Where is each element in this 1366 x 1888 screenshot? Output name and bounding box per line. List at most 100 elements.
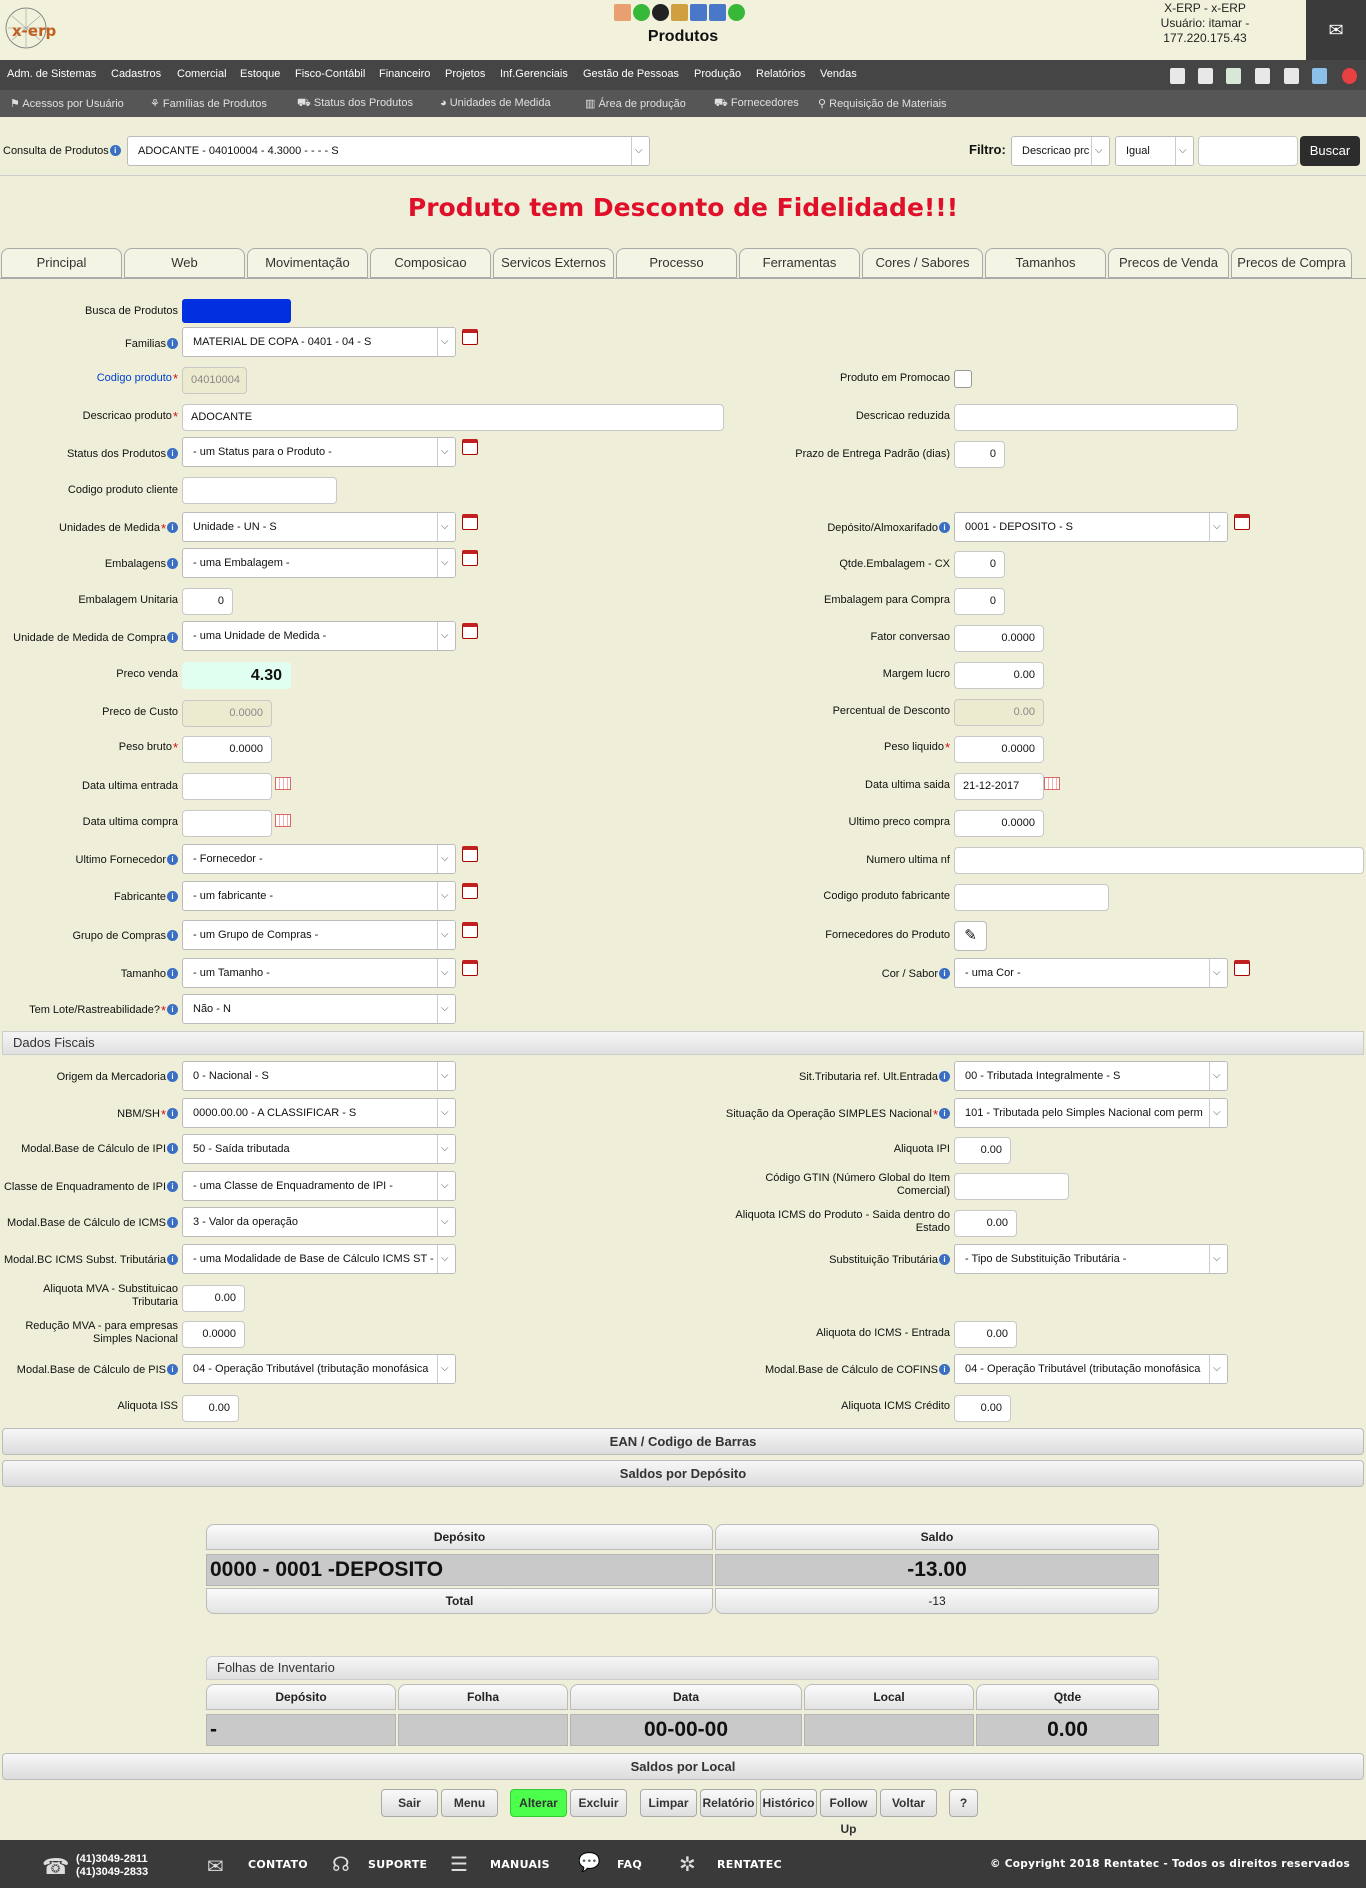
filtro-field-select[interactable]: Descricao prc ⌵ [1011,136,1110,166]
preco-venda-input[interactable]: 4.30 [182,662,291,689]
help-button[interactable]: ? [949,1789,978,1817]
calendar-icon[interactable] [1234,514,1250,530]
info-icon[interactable]: i [939,1108,950,1119]
group-icon[interactable] [671,4,688,21]
codigo-produto-input[interactable]: 04010004 [182,367,247,394]
classe-ipi-select[interactable]: - uma Classe de Enquadramento de IPI - ⌵ [182,1171,456,1201]
power-icon[interactable] [1342,68,1357,84]
notes-icon[interactable] [1284,68,1299,84]
gtin-input[interactable] [954,1173,1069,1200]
truck-icon[interactable] [690,4,707,21]
dados-fiscais-header[interactable]: Dados Fiscais [2,1031,1364,1055]
tab-servicos-externos[interactable]: Servicos Externos [493,248,614,278]
promo-checkbox[interactable] [954,370,972,388]
info-icon[interactable]: i [167,1364,178,1375]
info-icon[interactable]: i [167,1254,178,1265]
grupo-select[interactable]: - um Grupo de Compras - ⌵ [182,920,456,950]
buscar-button[interactable]: Buscar [1300,136,1360,166]
calendar-icon[interactable] [462,439,478,455]
tab-web[interactable]: Web [124,248,245,278]
info-icon[interactable]: i [939,1254,950,1265]
tamanho-select[interactable]: - um Tamanho - ⌵ [182,958,456,988]
emb-compra-input[interactable]: 0 [954,588,1005,615]
info-icon[interactable]: i [167,448,178,459]
aliq-ipi-input[interactable]: 0.00 [954,1137,1011,1164]
calendar-icon[interactable] [462,550,478,566]
preco-custo-input[interactable]: 0.0000 [182,700,272,727]
fabricante-select[interactable]: - um fabricante - ⌵ [182,881,456,911]
menu-producao[interactable]: Produção [694,68,741,80]
info-icon[interactable]: i [167,1108,178,1119]
prazo-input[interactable]: 0 [954,441,1005,468]
info-icon[interactable]: i [167,558,178,569]
tab-precos-compra[interactable]: Precos de Compra [1231,248,1352,278]
truck-icon-2[interactable] [709,4,726,21]
subst-select[interactable]: - Tipo de Substituição Tributária - ⌵ [954,1244,1228,1274]
num-nf-input[interactable] [954,847,1364,874]
ult-preco-input[interactable]: 0.0000 [954,810,1044,837]
info-icon[interactable]: i [939,522,950,533]
consulta-select[interactable]: ADOCANTE - 04010004 - 4.3000 - - - - S ⌵ [127,136,650,166]
tab-processo[interactable]: Processo [616,248,737,278]
sair-button[interactable]: Sair [381,1789,438,1817]
home-icon[interactable] [1170,68,1185,84]
report-icon[interactable] [614,4,631,21]
footer-suporte[interactable]: SUPORTE [368,1858,427,1871]
menu-button[interactable]: Menu [441,1789,498,1817]
info-icon[interactable]: i [167,632,178,643]
menu-projetos[interactable]: Projetos [445,68,485,80]
ult-forn-select[interactable]: - Fornecedor - ⌵ [182,844,456,874]
calendar-icon[interactable] [1234,960,1250,976]
margem-input[interactable]: 0.00 [954,662,1044,689]
info-icon[interactable]: i [939,968,950,979]
calendar-icon[interactable] [1044,777,1060,790]
info-icon[interactable]: i [167,1181,178,1192]
iss-input[interactable]: 0.00 [182,1395,239,1422]
tab-cores-sabores[interactable]: Cores / Sabores [862,248,983,278]
menu-inf-gerenciais[interactable]: Inf.Gerenciais [500,68,568,80]
familias-select[interactable]: MATERIAL DE COPA - 0401 - 04 - S ⌵ [182,327,456,357]
aliq-entrada-input[interactable]: 0.00 [954,1321,1017,1348]
footer-rentatec[interactable]: RENTATEC [717,1858,782,1871]
submenu-familias[interactable]: ⚘ Famílias de Produtos [150,97,267,110]
status-select[interactable]: - um Status para o Produto - ⌵ [182,437,456,467]
shield-icon[interactable] [1226,68,1241,84]
descricao-produto-input[interactable]: ADOCANTE [182,404,724,431]
calendar-icon[interactable] [462,623,478,639]
user-add-icon[interactable] [652,4,669,21]
tab-principal[interactable]: Principal [1,248,122,278]
calendar-icon[interactable] [275,777,291,790]
tab-composicao[interactable]: Composicao [370,248,491,278]
sit-trib-select[interactable]: 00 - Tributada Integralmente - S ⌵ [954,1061,1228,1091]
calendar-icon[interactable] [462,883,478,899]
tab-ferramentas[interactable]: Ferramentas [739,248,860,278]
file-icon[interactable] [1255,68,1270,84]
submenu-requisicao[interactable]: ⚲ Requisição de Materiais [818,97,947,110]
info-icon[interactable]: i [167,930,178,941]
embalagens-select[interactable]: - uma Embalagem - ⌵ [182,548,456,578]
peso-bruto-input[interactable]: 0.0000 [182,736,272,763]
menu-adm-sistemas[interactable]: Adm. de Sistemas [7,68,96,80]
x-erp-logo[interactable]: x-erp [4,6,64,52]
info-icon[interactable]: i [167,522,178,533]
inventario-header[interactable]: Folhas de Inventario [206,1656,1159,1680]
perc-desc-input[interactable]: 0.00 [954,699,1044,726]
add-icon-2[interactable] [728,4,745,21]
menu-comercial[interactable]: Comercial [177,68,227,80]
menu-relatorios[interactable]: Relatórios [756,68,806,80]
peso-liq-input[interactable]: 0.0000 [954,736,1044,763]
un-compra-select[interactable]: - uma Unidade de Medida - ⌵ [182,621,456,651]
emb-unit-input[interactable]: 0 [182,588,233,615]
tab-precos-venda[interactable]: Precos de Venda [1108,248,1229,278]
deposito-select[interactable]: 0001 - DEPOSITO - S ⌵ [954,512,1228,542]
info-icon[interactable]: i [167,968,178,979]
info-icon[interactable]: i [167,854,178,865]
icms-base-select[interactable]: 3 - Valor da operação ⌵ [182,1207,456,1237]
mva-input[interactable]: 0.00 [182,1285,245,1312]
icms-cred-input[interactable]: 0.00 [954,1395,1011,1422]
filtro-op-select[interactable]: Igual ⌵ [1115,136,1194,166]
submenu-acessos[interactable]: ⚑ Acessos por Usuário [10,97,124,110]
historico-button[interactable]: Histórico [760,1789,817,1817]
info-icon[interactable]: i [167,1217,178,1228]
calendar-icon[interactable] [462,922,478,938]
